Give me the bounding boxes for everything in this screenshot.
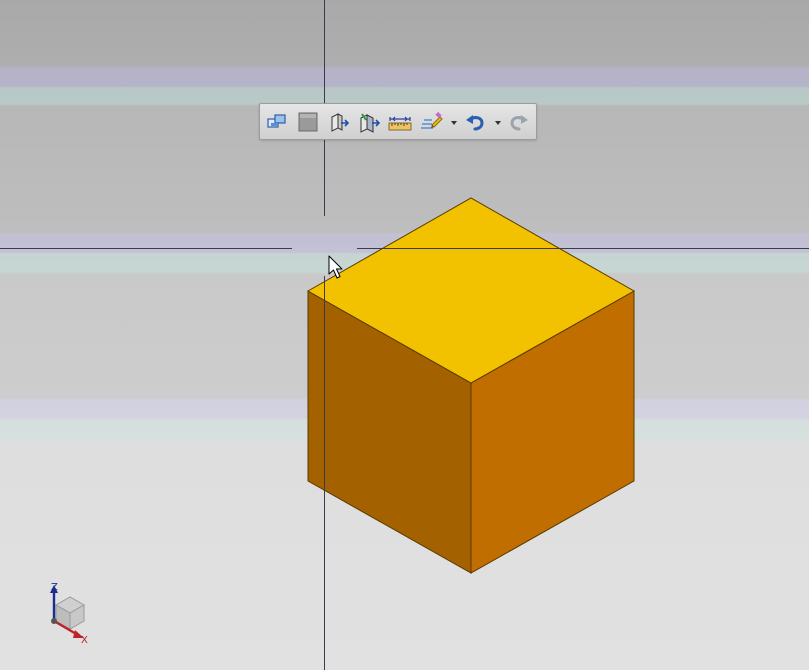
cube-model[interactable] xyxy=(306,197,636,574)
quick-access-button[interactable] xyxy=(419,110,443,134)
measure-icon xyxy=(388,116,412,131)
axis-triad[interactable]: Z X xyxy=(44,581,96,647)
heads-up-view-toolbar xyxy=(259,103,537,140)
display-style-button[interactable] xyxy=(296,110,320,134)
measure-button[interactable] xyxy=(388,110,412,134)
quick-access-dropdown-icon[interactable] xyxy=(451,120,457,126)
quick-access-icon xyxy=(421,111,443,129)
display-style-icon xyxy=(298,112,318,132)
axis-x-label: X xyxy=(81,635,88,646)
undo-button[interactable] xyxy=(463,110,487,134)
redo-icon xyxy=(510,115,528,131)
view-orientation-button[interactable] xyxy=(265,110,289,134)
view-selected-icon xyxy=(360,113,380,133)
undo-icon xyxy=(466,115,484,131)
scene-canvas xyxy=(0,0,809,670)
undo-dropdown-icon[interactable] xyxy=(495,120,501,126)
3d-viewport[interactable]: Z X xyxy=(0,0,809,670)
view-selected-button[interactable] xyxy=(357,110,381,134)
redo-button[interactable] xyxy=(507,110,531,134)
view-orientation-icon xyxy=(267,114,286,128)
section-view-button[interactable] xyxy=(327,110,351,134)
section-view-icon xyxy=(331,113,350,132)
axis-z-label: Z xyxy=(51,582,58,593)
